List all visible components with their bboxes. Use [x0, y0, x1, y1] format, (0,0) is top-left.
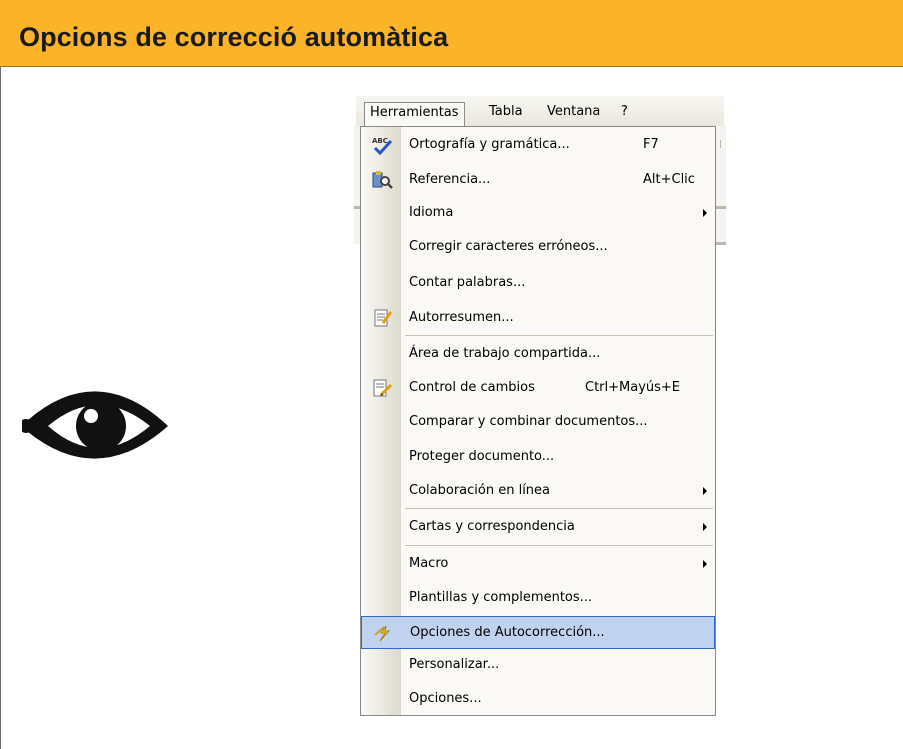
menu-separator — [405, 335, 713, 336]
menu-item-compare-merge[interactable]: Comparar y combinar documentos... — [361, 406, 715, 439]
menu-item-label: Proteger documento... — [409, 449, 555, 464]
menu-item-label: Personalizar... — [409, 657, 500, 672]
menubar-item-ventana[interactable]: Ventana — [542, 102, 605, 124]
menu-item-shared-workspace[interactable]: Área de trabajo compartida... — [361, 338, 715, 371]
menu-item-label: Macro — [409, 556, 449, 571]
menu-item-language[interactable]: Idioma — [361, 197, 715, 230]
autocorrect-icon — [374, 625, 390, 642]
menu-screenshot: Herramientas Tabla Ventana ? ABC Ortogra… — [354, 96, 726, 720]
menu-item-customize[interactable]: Personalizar... — [361, 649, 715, 682]
menu-item-templates-addins[interactable]: Plantillas y complementos... — [361, 582, 715, 615]
menu-bar: Herramientas Tabla Ventana ? — [356, 96, 724, 127]
submenu-arrow-icon — [703, 560, 707, 568]
slide-title: Opcions de correcció automàtica — [19, 22, 449, 52]
menu-separator — [405, 508, 713, 509]
menu-item-label: Comparar y combinar documentos... — [409, 414, 648, 429]
menu-item-letters-mailings[interactable]: Cartas y correspondencia — [361, 511, 715, 544]
menu-item-shortcut: F7 — [643, 137, 659, 152]
menu-separator — [405, 545, 713, 546]
menubar-item-herramientas[interactable]: Herramientas — [364, 102, 465, 127]
menu-item-label: Opciones de Autocorrección... — [410, 625, 605, 640]
menu-item-label: Contar palabras... — [409, 275, 526, 290]
menu-item-shortcut: Alt+Clic — [643, 172, 695, 187]
menu-item-autosummary[interactable]: Autorresumen... — [361, 302, 715, 335]
tools-menu: ABC Ortografía y gramática... F7 Referen… — [360, 126, 716, 716]
menu-item-label: Autorresumen... — [409, 310, 514, 325]
submenu-arrow-icon — [703, 209, 707, 217]
menu-item-label: Área de trabajo compartida... — [409, 346, 601, 361]
eye-icon — [22, 391, 168, 459]
menu-item-label: Plantillas y complementos... — [409, 590, 593, 605]
menu-item-label: Colaboración en línea — [409, 483, 551, 498]
menu-item-label: Referencia... — [409, 172, 491, 187]
track-changes-icon — [373, 379, 393, 397]
research-icon — [372, 171, 393, 189]
menubar-item-help[interactable]: ? — [616, 102, 633, 124]
svg-text:ABC: ABC — [372, 137, 388, 145]
menu-item-label: Cartas y correspondencia — [409, 519, 575, 534]
menu-item-word-count[interactable]: Contar palabras... — [361, 267, 715, 300]
menu-item-protect-document[interactable]: Proteger documento... — [361, 441, 715, 474]
slide-header: Opcions de correcció automàtica — [0, 0, 903, 67]
menu-item-label: Ortografía y gramática... — [409, 137, 570, 152]
menu-item-label: Opciones... — [409, 691, 482, 706]
submenu-arrow-icon — [703, 487, 707, 495]
menu-item-shortcut: Ctrl+Mayús+E — [585, 380, 681, 395]
autosummary-icon — [374, 309, 393, 327]
menu-item-label: Corregir caracteres erróneos... — [409, 239, 608, 254]
menu-item-spelling[interactable]: ABC Ortografía y gramática... F7 — [361, 129, 715, 162]
menubar-item-tabla[interactable]: Tabla — [484, 102, 528, 124]
spellcheck-icon: ABC — [372, 137, 393, 155]
menu-item-fix-characters[interactable]: Corregir caracteres erróneos... — [361, 231, 715, 264]
menu-item-research[interactable]: Referencia... Alt+Clic — [361, 164, 715, 197]
menu-item-options[interactable]: Opciones... — [361, 683, 715, 716]
menu-item-label: Idioma — [409, 205, 454, 220]
menu-item-track-changes[interactable]: Control de cambios Ctrl+Mayús+E — [361, 372, 715, 405]
menu-item-macro[interactable]: Macro — [361, 548, 715, 581]
menu-item-autocorrect-options[interactable]: Opciones de Autocorrección... — [361, 616, 715, 649]
menu-item-label: Control de cambios — [409, 380, 535, 395]
menu-item-online-collaboration[interactable]: Colaboración en línea — [361, 475, 715, 508]
submenu-arrow-icon — [703, 523, 707, 531]
